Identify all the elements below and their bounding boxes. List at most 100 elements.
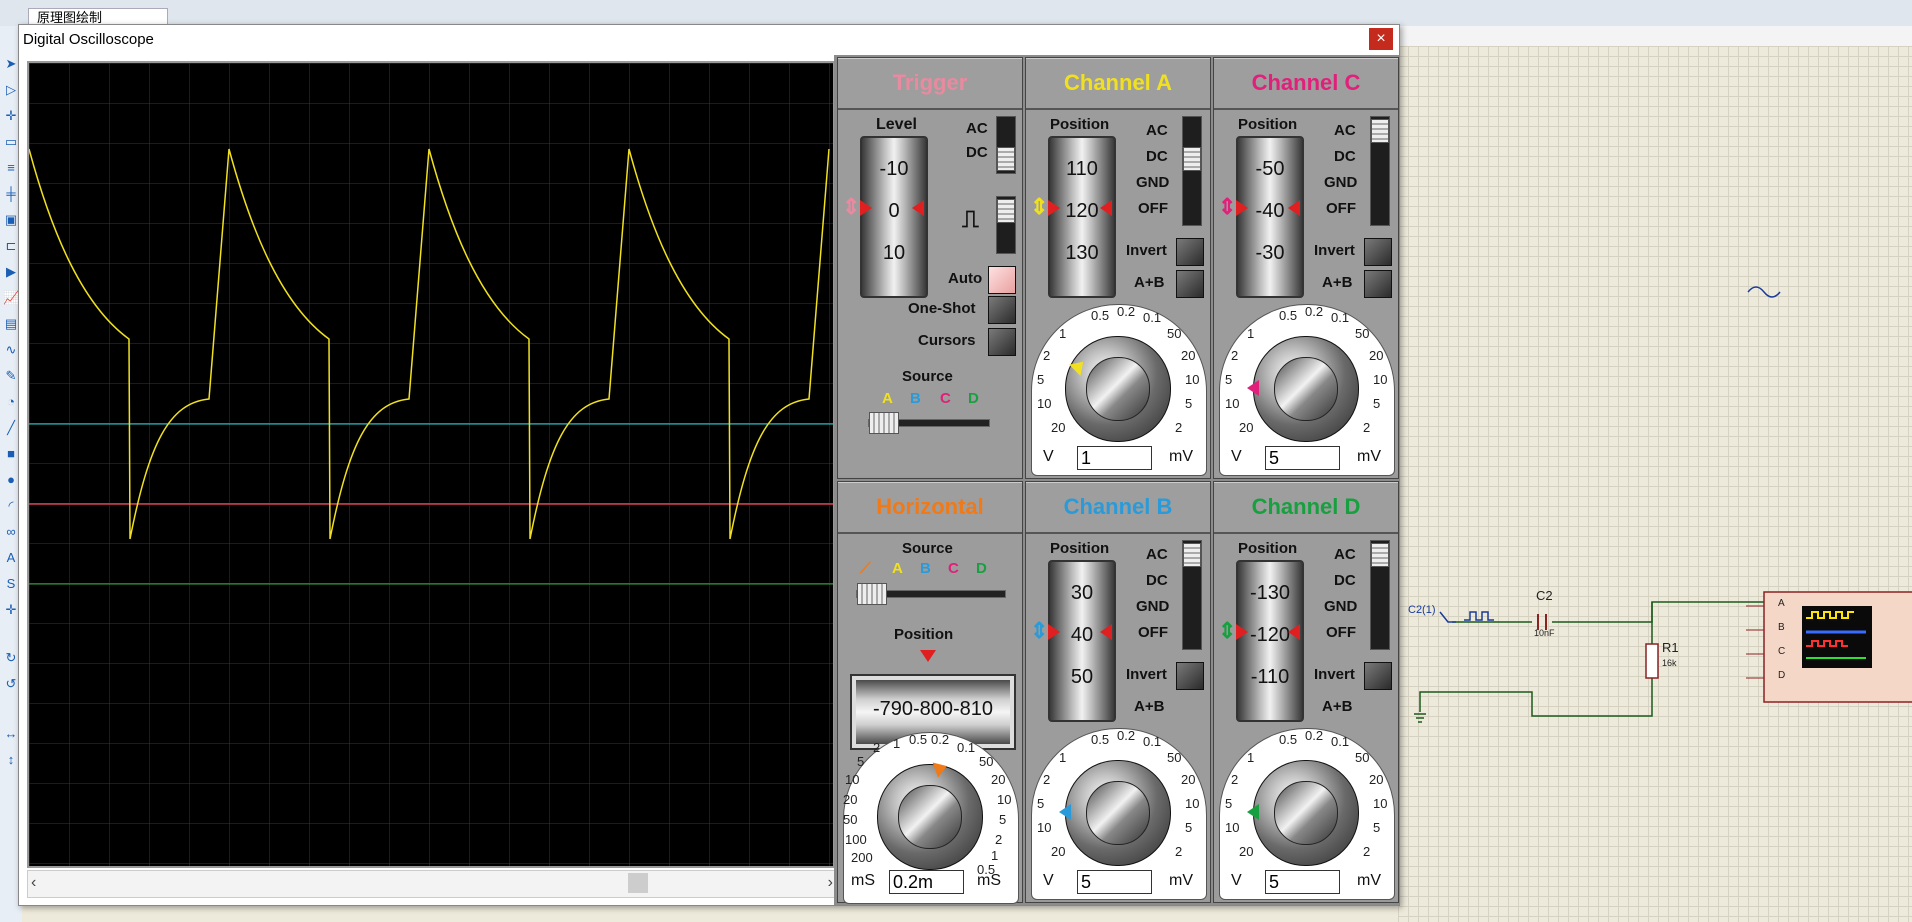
scroll-thumb[interactable]	[628, 873, 648, 893]
channel-c-aplusb-button[interactable]	[1364, 270, 1392, 298]
rotate-cw-icon[interactable]: ↻	[3, 650, 19, 666]
trigger-source-c: C	[940, 390, 951, 407]
terminal-tool-icon[interactable]: ⊏	[3, 238, 19, 254]
trigger-edge-switch[interactable]	[996, 196, 1016, 254]
channel-b-marker-right-icon	[1100, 624, 1112, 640]
cb-s2: 0.1	[1143, 734, 1162, 749]
channel-d-volts-knob[interactable]	[1253, 760, 1359, 866]
instrument-tool-icon[interactable]: ◔	[3, 394, 19, 410]
h-s17: 200	[851, 850, 873, 865]
channel-a-coupling-switch[interactable]	[1182, 116, 1202, 226]
channel-b-value-input[interactable]: 5	[1077, 870, 1152, 894]
channel-d-marker-right-icon	[1288, 624, 1300, 640]
graph-tool-icon[interactable]: 📈	[3, 290, 19, 306]
channel-b-volts-knob-area: 0.5 0.2 0.1 50 20 10 5 2 20 10 5 2 1 V 5…	[1029, 720, 1207, 900]
trigger-marker-left-icon	[860, 200, 872, 216]
mirror-h-icon[interactable]: ↔	[3, 726, 19, 742]
channel-a-unit-left: V	[1043, 448, 1054, 465]
scope-pin-b: B	[1778, 622, 1785, 633]
channel-c-invert-button[interactable]	[1364, 238, 1392, 266]
trigger-wheel-bottom: 10	[882, 242, 906, 264]
ca-s3: 50	[1167, 326, 1182, 341]
channel-c-title: Channel C	[1251, 70, 1361, 95]
horizontal-panel: Horizontal Source ⟋ A B C D Position -79…	[837, 481, 1023, 904]
channel-a-aplusb-button[interactable]	[1176, 270, 1204, 298]
channel-b-coupling-switch[interactable]	[1182, 540, 1202, 650]
scroll-left-icon[interactable]: ‹	[31, 874, 36, 892]
horizontal-source-slider[interactable]	[856, 583, 1006, 605]
horizontal-scrollbar[interactable]: ‹ ›	[27, 870, 837, 898]
trigger-auto-button[interactable]	[988, 266, 1016, 294]
tape-tool-icon[interactable]: ▤	[3, 316, 19, 332]
subcircuit-tool-icon[interactable]: ▣	[3, 212, 19, 228]
bus-tool-icon[interactable]: ╪	[3, 186, 19, 202]
trigger-cursors-label: Cursors	[918, 332, 976, 349]
trigger-wheel-top: -10	[879, 158, 909, 180]
select-tool-icon[interactable]: ➤	[3, 56, 19, 72]
channel-c-position-wheel[interactable]: -50 -40 -30	[1236, 136, 1304, 298]
channel-b-volts-knob[interactable]	[1065, 760, 1171, 866]
trigger-level-wheel[interactable]: -10 0 10	[860, 136, 928, 298]
line-tool-icon[interactable]: ╱	[3, 420, 19, 436]
channel-d-coupling-switch[interactable]	[1370, 540, 1390, 650]
junction-tool-icon[interactable]: ✛	[3, 108, 19, 124]
channel-a-volts-knob[interactable]	[1065, 336, 1171, 442]
channel-a-value-input[interactable]: 1	[1077, 446, 1152, 470]
cd-s6: 5	[1373, 820, 1381, 835]
horizontal-position-readout: -790-800-810	[872, 698, 994, 720]
scope-display[interactable]	[27, 61, 835, 868]
channel-a-invert-button[interactable]	[1176, 238, 1204, 266]
horizontal-value-input[interactable]: 0.2m	[889, 870, 964, 894]
channel-d-dc-label: DC	[1334, 572, 1356, 589]
window-titlebar[interactable]: Digital Oscilloscope ×	[19, 25, 1399, 55]
channel-d-value-input[interactable]: 5	[1265, 870, 1340, 894]
h-s14: 20	[843, 792, 858, 807]
ca-s4: 20	[1181, 348, 1196, 363]
schematic-ruler	[1398, 26, 1912, 47]
cc-s0: 0.5	[1279, 308, 1298, 323]
component-tool-icon[interactable]: ▷	[3, 82, 19, 98]
close-button[interactable]: ×	[1369, 28, 1393, 50]
h-s15: 50	[843, 812, 858, 827]
schematic-canvas[interactable]: C2(1) C2 10nF R1 16k A B C D	[1398, 46, 1912, 922]
cc-s3: 50	[1355, 326, 1370, 341]
channel-c-coupling-switch[interactable]	[1370, 116, 1390, 226]
cb-s11: 2	[1043, 772, 1051, 787]
channel-d-invert-button[interactable]	[1364, 662, 1392, 690]
generator-tool-icon[interactable]: ∿	[3, 342, 19, 358]
channel-c-aplusb-label: A+B	[1322, 274, 1353, 291]
text-a-tool-icon[interactable]: A	[3, 550, 19, 566]
trigger-source-slider[interactable]	[868, 412, 990, 434]
channel-b-position-wheel[interactable]: 30 40 50	[1048, 560, 1116, 722]
pin-tool-icon[interactable]: ▶	[3, 264, 19, 280]
text-tool-icon[interactable]: ≡	[3, 160, 19, 176]
symbol-tool-icon[interactable]: S	[3, 576, 19, 592]
channel-b-knob-pointer-icon	[1059, 804, 1071, 820]
channel-d-arrows-icon: ⇕	[1218, 618, 1237, 643]
circle-tool-icon[interactable]: ●	[3, 472, 19, 488]
channel-d-position-wheel[interactable]: -130 -120 -110	[1236, 560, 1304, 722]
h-s1: 0.5	[909, 732, 928, 747]
trigger-cursors-button[interactable]	[988, 328, 1016, 356]
channel-d-volts-knob-area: 0.5 0.2 0.1 50 20 10 5 2 20 10 5 2 1 V 5…	[1217, 720, 1395, 900]
channel-c-value-input[interactable]: 5	[1265, 446, 1340, 470]
horizontal-time-knob[interactable]	[877, 764, 983, 870]
channel-b-invert-button[interactable]	[1176, 662, 1204, 690]
trigger-oneshot-button[interactable]	[988, 296, 1016, 324]
rotate-ccw-icon[interactable]: ↺	[3, 676, 19, 692]
marker-tool-icon[interactable]: ✛	[3, 602, 19, 618]
path-tool-icon[interactable]: ∞	[3, 524, 19, 540]
trigger-coupling-switch[interactable]	[996, 116, 1016, 174]
scroll-right-icon[interactable]: ›	[828, 874, 833, 892]
label-tool-icon[interactable]: ▭	[3, 134, 19, 150]
channel-d-off-label: OFF	[1326, 624, 1356, 641]
arc-tool-icon[interactable]: ◜	[3, 498, 19, 514]
mirror-v-icon[interactable]: ↕	[3, 752, 19, 768]
h-s7: 5	[999, 812, 1007, 827]
channel-a-position-wheel[interactable]: 110 120 130	[1048, 136, 1116, 298]
channel-b-arrows-icon: ⇕	[1030, 618, 1049, 643]
probe-tool-icon[interactable]: ✎	[3, 368, 19, 384]
box-tool-icon[interactable]: ■	[3, 446, 19, 462]
channel-c-volts-knob[interactable]	[1253, 336, 1359, 442]
channel-c-marker-right-icon	[1288, 200, 1300, 216]
